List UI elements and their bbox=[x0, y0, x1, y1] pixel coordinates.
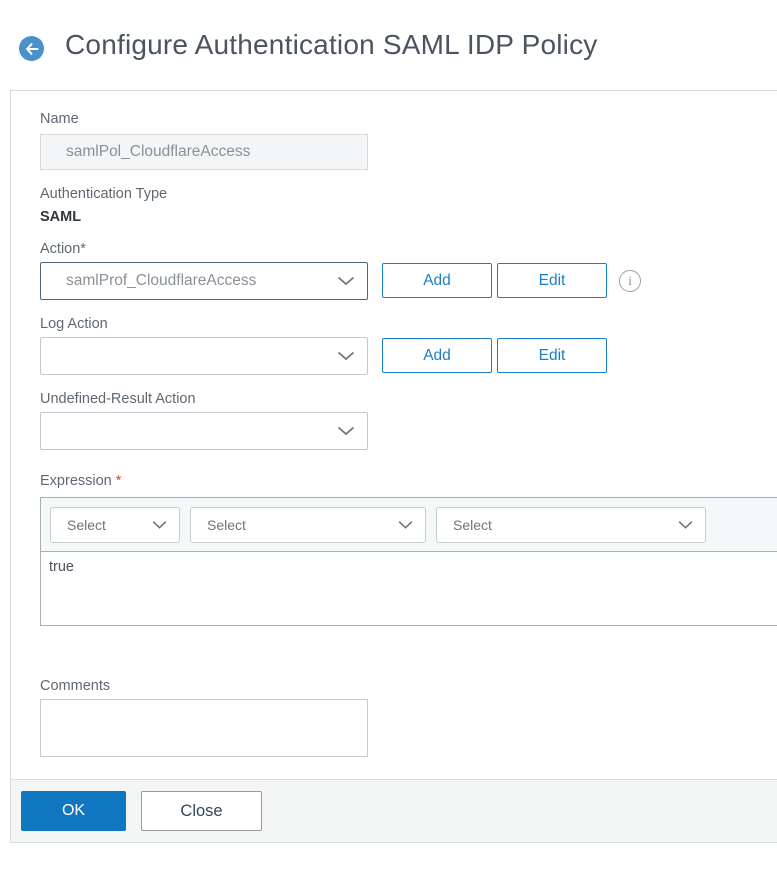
chevron-down-icon bbox=[337, 351, 355, 361]
chevron-down-icon bbox=[678, 521, 693, 530]
name-label: Name bbox=[40, 111, 79, 127]
expression-select-3[interactable]: Select bbox=[436, 507, 706, 543]
form-panel: Name Authentication Type SAML Action* sa… bbox=[10, 90, 777, 843]
page-header: Configure Authentication SAML IDP Policy bbox=[0, 0, 777, 90]
undefined-result-action-group: Undefined-Result Action bbox=[40, 391, 777, 450]
log-action-label: Log Action bbox=[40, 316, 108, 332]
page-title: Configure Authentication SAML IDP Policy bbox=[65, 29, 598, 60]
info-icon[interactable]: i bbox=[619, 270, 641, 292]
expression-input[interactable]: true bbox=[41, 552, 777, 625]
authentication-type-value: SAML bbox=[40, 209, 82, 225]
expression-select-1-value: Select bbox=[67, 517, 106, 533]
log-action-field-group: Log Action Add Edit bbox=[40, 316, 777, 375]
chevron-down-icon bbox=[398, 521, 413, 530]
expression-editor: Select Select Select true bbox=[40, 497, 777, 626]
arrow-left-icon bbox=[25, 42, 39, 55]
expression-toolbar: Select Select Select bbox=[41, 498, 777, 552]
undefined-result-action-label: Undefined-Result Action bbox=[40, 391, 196, 407]
action-add-button[interactable]: Add bbox=[382, 263, 492, 298]
comments-label: Comments bbox=[40, 678, 111, 694]
back-button[interactable] bbox=[19, 36, 44, 61]
action-label: Action* bbox=[40, 241, 86, 257]
expression-select-3-value: Select bbox=[453, 517, 492, 533]
action-edit-button[interactable]: Edit bbox=[497, 263, 607, 298]
footer-bar: OK Close bbox=[11, 779, 777, 842]
chevron-down-icon bbox=[337, 426, 355, 436]
log-action-add-button[interactable]: Add bbox=[382, 338, 492, 373]
undefined-result-action-dropdown[interactable] bbox=[40, 412, 368, 450]
comments-input[interactable] bbox=[40, 699, 368, 757]
authentication-type-group: Authentication Type SAML bbox=[40, 186, 777, 225]
expression-label: Expression * bbox=[40, 473, 777, 490]
action-field-group: Action* samlProf_CloudflareAccess Add Ed… bbox=[40, 241, 777, 300]
ok-button[interactable]: OK bbox=[21, 791, 126, 831]
action-dropdown[interactable]: samlProf_CloudflareAccess bbox=[40, 262, 368, 300]
comments-field-group: Comments bbox=[40, 678, 777, 757]
action-dropdown-value: samlProf_CloudflareAccess bbox=[66, 272, 257, 289]
name-field-group: Name bbox=[40, 111, 777, 170]
expression-select-2[interactable]: Select bbox=[190, 507, 426, 543]
chevron-down-icon bbox=[152, 521, 167, 530]
expression-label-text: Expression bbox=[40, 473, 112, 489]
expression-select-1[interactable]: Select bbox=[50, 507, 180, 543]
log-action-dropdown[interactable] bbox=[40, 337, 368, 375]
chevron-down-icon bbox=[337, 276, 355, 286]
required-asterisk: * bbox=[115, 473, 122, 489]
log-action-edit-button[interactable]: Edit bbox=[497, 338, 607, 373]
expression-select-2-value: Select bbox=[207, 517, 246, 533]
name-input bbox=[40, 134, 368, 170]
close-button[interactable]: Close bbox=[141, 791, 262, 831]
expression-field-group: Expression * Select Select Select true bbox=[40, 473, 777, 626]
authentication-type-label: Authentication Type bbox=[40, 186, 168, 202]
